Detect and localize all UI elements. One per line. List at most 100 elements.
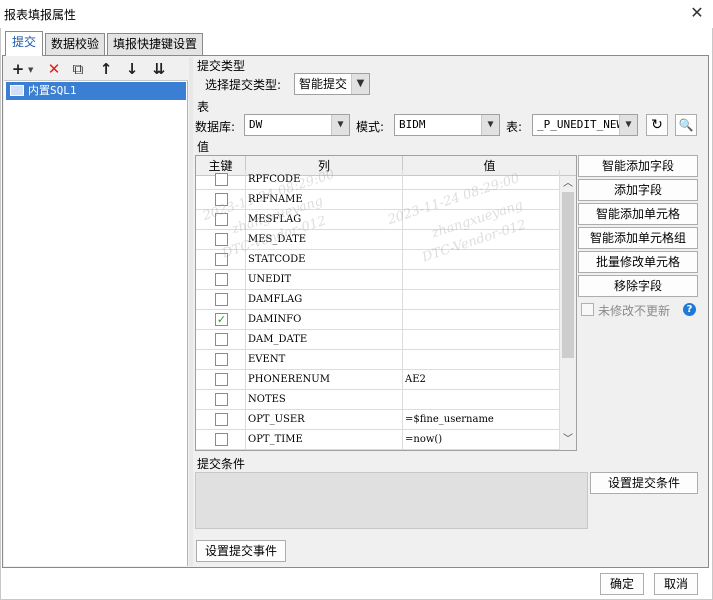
value-cell[interactable] [403,310,560,330]
primary-key-checkbox[interactable] [215,273,228,286]
submit-type-select[interactable]: 智能提交 ▼ [294,73,370,95]
column-cell: STATCODE [246,250,403,270]
ok-button[interactable]: 确定 [600,573,644,595]
left-toolbar: + ▼ ✕ ⧉ ↑ ↓ ⇊ [4,57,188,81]
condition-area [195,472,588,529]
column-cell: OPT_TIME [246,430,403,450]
condition-section: 提交条件 [197,457,246,471]
add-field-button[interactable]: 添加字段 [578,179,698,201]
table-select[interactable]: _P_UNEDIT_NEW ▼ [532,114,638,136]
tab-submit[interactable]: 提交 [5,31,43,56]
submit-type-section: 提交类型 [197,59,246,73]
table-label: 表: [506,120,523,134]
key-cell [196,410,246,430]
primary-key-checkbox[interactable] [215,413,228,426]
primary-key-checkbox[interactable] [215,393,228,406]
primary-key-checkbox[interactable] [215,353,228,366]
tab-data-validation[interactable]: 数据校验 [45,33,105,55]
value-cell[interactable]: AE2 [403,370,560,390]
key-cell [196,270,246,290]
table-row[interactable]: DAM_DATE [196,330,560,350]
set-event-button[interactable]: 设置提交事件 [196,540,286,562]
move-up-icon[interactable]: ↑ [96,59,116,79]
preview-icon[interactable]: 🔍 [675,114,697,136]
tab-shortcut-settings[interactable]: 填报快捷键设置 [107,33,203,55]
copy-icon[interactable]: ⧉ [68,59,88,79]
value-cell[interactable]: =now() [403,430,560,450]
set-condition-button[interactable]: 设置提交条件 [590,472,698,494]
database-label: 数据库: [195,120,236,134]
mode-select[interactable]: BIDM ▼ [394,114,500,136]
key-cell [196,330,246,350]
no-update-checkbox[interactable] [581,303,594,316]
primary-key-checkbox[interactable] [215,293,228,306]
chevron-down-icon: ▼ [619,115,637,135]
key-cell [196,370,246,390]
column-cell: OPT_USER [246,410,403,430]
mode-value: BIDM [399,118,426,131]
table-row[interactable]: DAMFLAG [196,290,560,310]
left-panel: + ▼ ✕ ⧉ ↑ ↓ ⇊ 内置SQL1 [4,57,188,566]
tree-item-label: 内置SQL1 [28,84,77,97]
key-cell [196,290,246,310]
values-section: 值 [197,140,210,154]
no-update-label: 未修改不更新 [598,304,671,318]
add-dropdown-icon[interactable]: ▼ [28,66,33,74]
value-cell[interactable] [403,390,560,410]
primary-key-checkbox[interactable] [215,333,228,346]
chevron-down-icon: ▼ [481,115,499,135]
primary-key-checkbox[interactable] [215,433,228,446]
scroll-down-icon[interactable]: ﹀ [560,432,576,448]
primary-key-checkbox[interactable] [215,173,228,186]
column-cell: DAMFLAG [246,290,403,310]
scroll-thumb[interactable] [562,192,574,358]
remove-field-button[interactable]: 移除字段 [578,275,698,297]
key-cell: ✓ [196,310,246,330]
close-icon[interactable]: ✕ [688,4,706,22]
value-cell[interactable] [403,290,560,310]
key-cell [196,350,246,370]
value-cell[interactable]: =$fine_username [403,410,560,430]
table-row[interactable]: EVENT [196,350,560,370]
column-cell: EVENT [246,350,403,370]
title-bar: 报表填报属性 ✕ [0,0,713,28]
refresh-icon[interactable]: ↻ [646,114,668,136]
scroll-up-icon[interactable]: ︿ [560,176,576,192]
value-cell[interactable] [403,330,560,350]
add-icon[interactable]: + [8,59,28,79]
smart-add-cell-button[interactable]: 智能添加单元格 [578,203,698,225]
move-down-icon[interactable]: ↓ [122,59,142,79]
smart-add-cell-group-button[interactable]: 智能添加单元格组 [578,227,698,249]
primary-key-checkbox[interactable] [215,373,228,386]
column-cell: NOTES [246,390,403,410]
sort-icon[interactable]: ⇊ [149,59,169,79]
cancel-button[interactable]: 取消 [654,573,698,595]
batch-modify-cell-button[interactable]: 批量修改单元格 [578,251,698,273]
value-cell[interactable] [403,350,560,370]
column-cell: DAMINFO [246,310,403,330]
table-section: 表 [197,100,210,114]
tree-item-sql[interactable]: 内置SQL1 [6,82,186,100]
table-row[interactable]: NOTES [196,390,560,410]
column-cell: DAM_DATE [246,330,403,350]
chevron-down-icon: ▼ [331,115,349,135]
value-cell[interactable] [403,270,560,290]
database-select[interactable]: DW ▼ [244,114,350,136]
chevron-down-icon: ▼ [351,74,369,94]
table-row[interactable]: PHONERENUM AE2 [196,370,560,390]
column-cell: PHONERENUM [246,370,403,390]
vertical-scrollbar[interactable]: ︿ ﹀ [560,176,576,450]
delete-icon[interactable]: ✕ [44,59,64,79]
table-row[interactable]: OPT_TIME =now() [196,430,560,450]
database-icon [10,85,24,96]
table-value: _P_UNEDIT_NEW [537,118,624,131]
table-row[interactable]: OPT_USER =$fine_username [196,410,560,430]
table-row[interactable]: UNEDIT [196,270,560,290]
window-title: 报表填报属性 [4,8,77,22]
help-icon[interactable]: ? [683,303,696,316]
submit-type-value: 智能提交 [299,77,348,91]
primary-key-checkbox[interactable]: ✓ [215,313,228,326]
smart-add-field-button[interactable]: 智能添加字段 [578,155,698,177]
table-row[interactable]: ✓ DAMINFO [196,310,560,330]
key-cell [196,430,246,450]
